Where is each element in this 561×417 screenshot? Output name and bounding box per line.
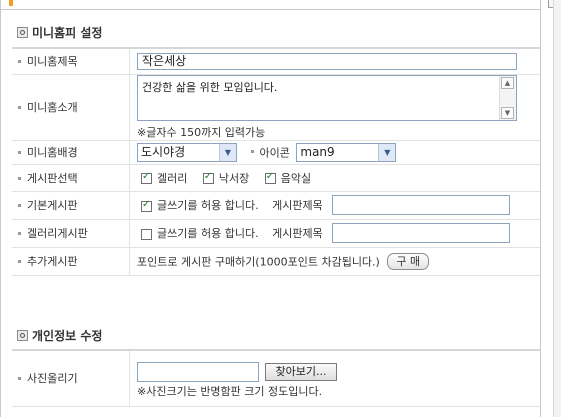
section-title-text: 개인정보 수정	[32, 329, 103, 343]
textarea-scrollbar[interactable]: ▲ ▼	[499, 75, 516, 120]
board-option-music[interactable]: 음악실	[264, 170, 312, 186]
value-cell: 건강한 삶을 위한 모임입니다. ▲ ▼ ※글자수 150까지 입력가능	[129, 74, 540, 141]
icon-label: 아이콘	[259, 146, 290, 159]
section-title-minihome: 미니홈피 설정	[17, 25, 102, 41]
minihome-settings-table: 미니홈제목 작은세상 미니홈소개 건강한 삶을 위한 모임입니다. ▲ ▼ ※글…	[12, 49, 540, 276]
checkbox[interactable]	[202, 171, 214, 184]
checkbox-label: 낙서장	[218, 171, 250, 185]
row-label: 미니홈소개	[27, 101, 78, 114]
bullet-icon	[250, 150, 254, 153]
label-cell: 미니홈소개	[12, 74, 130, 141]
browse-button[interactable]: 찾아보기...	[264, 363, 338, 381]
bullet-icon	[18, 232, 21, 235]
allow-write-option[interactable]: 글쓰기를 허용 합니다.	[141, 225, 259, 241]
row-label: 미니홈제목	[27, 55, 78, 69]
row-boards: 게시판선택 겔러리 낙서장 음악실	[12, 164, 540, 192]
select-value: man9	[300, 144, 335, 159]
bullet-icon	[18, 176, 21, 180]
minihome-intro-textarea[interactable]: 건강한 삶을 위한 모임입니다. ▲ ▼	[137, 74, 517, 121]
section-title-personal: 개인정보 수정	[17, 328, 102, 344]
bullet-icon	[18, 106, 21, 109]
checkbox-label: 글쓰기를 허용 합니다.	[157, 199, 259, 212]
section-title-text: 미니홈피 설정	[32, 26, 103, 40]
purchase-button[interactable]: 구 매	[387, 252, 430, 270]
value-cell: 도시야경 ▼ 아이콘 man9 ▼	[129, 140, 540, 165]
row-label: 게시판선택	[27, 171, 78, 185]
checkbox[interactable]	[141, 199, 152, 212]
checkbox[interactable]	[264, 171, 276, 184]
bullet-icon	[18, 151, 21, 154]
extra-board-text: 포인트로 게시판 구매하기(1000포인트 차감됩니다.)	[137, 255, 380, 268]
value-cell: 겔러리 낙서장 음악실	[129, 164, 540, 192]
row-intro: 미니홈소개 건강한 삶을 위한 모임입니다. ▲ ▼ ※글자수 150까지 입력…	[12, 74, 540, 141]
minihome-title-input[interactable]: 작은세상	[137, 52, 517, 70]
bullet-icon	[18, 377, 21, 381]
bullet-icon	[18, 60, 21, 64]
row-photo: 사진올리기 찾아보기... ※사진크기는 반명함판 크기 정도입니다.	[12, 351, 540, 407]
basic-board-title-input[interactable]	[332, 195, 511, 215]
board-option-gallery[interactable]: 겔러리	[141, 170, 187, 186]
row-label: 사진올리기	[27, 372, 78, 386]
magnifier-icon	[17, 27, 28, 38]
page-scrollbar[interactable]	[553, 0, 561, 417]
board-option-guestbook[interactable]: 낙서장	[202, 170, 250, 186]
label-cell: 기본게시판	[12, 191, 130, 220]
label-cell: 겔러리게시판	[12, 219, 130, 248]
photo-size-note: ※사진크기는 반명함판 크기 정도입니다.	[137, 385, 323, 398]
row-basic-board: 기본게시판 글쓰기를 허용 합니다. 게시판제목	[12, 191, 540, 220]
bullet-icon	[18, 204, 21, 207]
checkbox-label: 글쓰기를 허용 합니다.	[157, 227, 259, 240]
textarea-text: 건강한 삶을 위한 모임입니다.	[142, 80, 278, 94]
scroll-up-icon[interactable]: ▲	[501, 76, 514, 89]
row-extra-board: 추가게시판 포인트로 게시판 구매하기(1000포인트 차감됩니다.) 구 매	[12, 247, 540, 276]
label-cell: 사진올리기	[12, 351, 130, 407]
allow-write-option[interactable]: 글쓰기를 허용 합니다.	[141, 197, 259, 213]
value-cell: 찾아보기... ※사진크기는 반명함판 크기 정도입니다.	[129, 351, 540, 407]
bullet-icon	[18, 260, 21, 263]
value-cell: 작은세상	[129, 49, 540, 75]
value-cell: 포인트로 게시판 구매하기(1000포인트 차감됩니다.) 구 매	[129, 247, 540, 276]
personal-info-table: 사진올리기 찾아보기... ※사진크기는 반명함판 크기 정도입니다.	[12, 351, 540, 407]
chevron-down-icon[interactable]: ▼	[378, 143, 396, 161]
scroll-down-icon[interactable]: ▼	[501, 106, 514, 119]
row-gallery-board: 겔러리게시판 글쓰기를 허용 합니다. 게시판제목	[12, 219, 540, 248]
background-select[interactable]: 도시야경 ▼	[137, 142, 237, 162]
right-border	[540, 0, 541, 417]
checkbox[interactable]	[141, 171, 152, 184]
checkbox-label: 겔러리	[157, 171, 188, 185]
checkbox[interactable]	[141, 228, 152, 240]
row-label: 추가게시판	[27, 255, 78, 268]
label-cell: 미니홈제목	[12, 49, 130, 75]
select-value: 도시야경	[141, 144, 186, 159]
row-label: 겔러리게시판	[27, 227, 88, 240]
board-title-label: 게시판제목	[272, 227, 323, 240]
top-accent	[9, 0, 13, 6]
label-cell: 추가게시판	[12, 247, 130, 276]
top-frame	[0, 0, 541, 10]
chevron-down-icon[interactable]: ▼	[219, 143, 236, 161]
left-border	[0, 0, 1, 417]
char-limit-note: ※글자수 150까지 입력가능	[137, 125, 266, 139]
row-label: 기본게시판	[27, 199, 78, 212]
photo-file-input[interactable]	[137, 362, 259, 382]
row-title: 미니홈제목 작은세상	[12, 49, 540, 75]
label-cell: 게시판선택	[12, 164, 130, 192]
label-cell: 미니홈배경	[12, 140, 130, 165]
icon-select[interactable]: man9 ▼	[296, 142, 397, 162]
row-background: 미니홈배경 도시야경 ▼ 아이콘 man9 ▼	[12, 140, 540, 165]
gallery-board-title-input[interactable]	[332, 223, 511, 243]
row-label: 미니홈배경	[27, 146, 78, 159]
value-cell: 글쓰기를 허용 합니다. 게시판제목	[129, 219, 540, 248]
checkbox-label: 음악실	[280, 171, 312, 185]
value-cell: 글쓰기를 허용 합니다. 게시판제목	[129, 191, 540, 220]
board-title-label: 게시판제목	[272, 199, 323, 212]
magnifier-icon	[17, 330, 28, 341]
